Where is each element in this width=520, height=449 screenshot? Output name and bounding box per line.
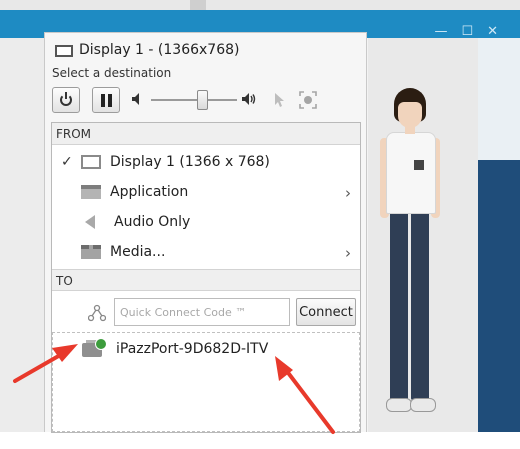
window-controls[interactable]: —☐✕ [434,24,512,39]
figure-shoe-left [386,398,412,412]
speaker-icon [85,215,95,229]
character-illustration [380,88,440,428]
source-item-application[interactable]: Application › [52,177,360,207]
background-top-strip [0,0,520,10]
figure-leg-right [411,210,429,400]
screen-capture-icon[interactable] [299,91,317,109]
application-icon [81,185,101,199]
chevron-right-icon: › [345,184,351,202]
media-icon [81,245,101,259]
source-item-label: Audio Only [114,214,191,230]
pause-icon [100,93,112,107]
power-button[interactable] [52,87,80,113]
source-item-label: Display 1 (1366 x 768) [110,154,270,170]
source-item-display[interactable]: ✓ Display 1 (1366 x 768) [52,147,360,177]
share-network-icon [88,304,106,322]
background-left-panel [0,38,44,432]
checkmark-icon: ✓ [61,154,73,170]
figure-leg-left [390,210,408,400]
volume-high-icon [242,93,256,105]
source-item-media[interactable]: Media... › [52,237,360,267]
from-header: FROM [52,123,360,145]
figure-shirt [386,132,436,214]
quick-connect-code-input[interactable] [114,298,290,326]
to-header: TO [52,269,360,291]
pause-button[interactable] [92,87,120,113]
device-name: iPazzPort-9D682D-ITV [116,341,269,357]
device-item[interactable]: iPazzPort-9D682D-ITV [53,337,359,363]
available-status-icon [95,338,107,350]
background-light-panel [478,38,520,160]
background-blue-panel [478,160,520,432]
figure-shoe-right [410,398,436,412]
device-list: iPazzPort-9D682D-ITV [52,332,360,432]
display-icon [81,155,101,169]
source-item-label: Application [110,184,189,200]
connect-button[interactable]: Connect [296,298,356,326]
background-frame-edge [190,0,206,10]
display-icon [55,45,73,57]
figure-face [398,102,422,128]
source-item-label: Media... [110,244,166,260]
popup-subtitle: Select a destination [52,66,172,80]
popup-title: Display 1 - (1366x768) [79,42,240,58]
volume-slider[interactable] [151,99,237,101]
volume-low-icon [132,93,139,105]
volume-slider-thumb[interactable] [197,90,209,110]
power-icon [60,92,72,106]
chevron-right-icon: › [345,244,351,262]
cast-destination-popup: Display 1 - (1366x768) Select a destinat… [44,32,367,433]
source-item-audio-only[interactable]: Audio Only [52,207,360,237]
source-destination-panel: FROM ✓ Display 1 (1366 x 768) Applicatio… [51,122,361,433]
cursor-arrow-icon[interactable] [274,92,286,108]
figure-pocket [414,160,424,170]
